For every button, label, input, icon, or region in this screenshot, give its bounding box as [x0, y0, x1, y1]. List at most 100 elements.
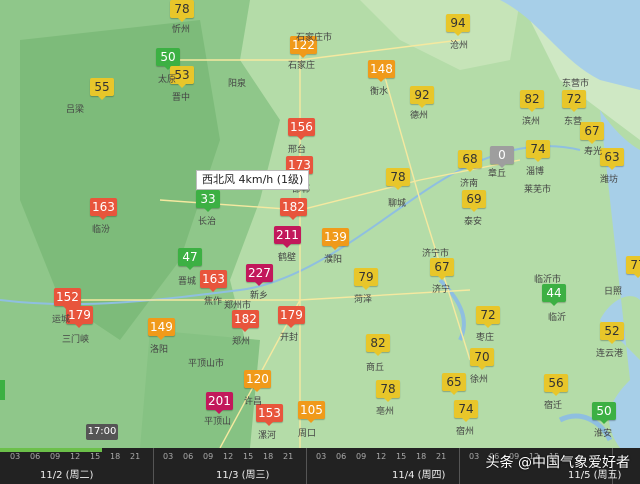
city-label: 洛阳 — [150, 345, 169, 355]
city-label: 徐州 — [470, 375, 489, 385]
timeline-tick: 12 — [376, 452, 387, 461]
timeline-tick: 09 — [203, 452, 214, 461]
timeline-day-label: 11/4 (周四) — [392, 470, 446, 481]
aqi-map[interactable]: 78 50 53 55 122 94 148 92 82 72 67 156 74 0 68 63 173 78 1… — [0, 0, 640, 484]
city-label: 周口 — [298, 429, 317, 439]
aqi-marker[interactable]: 211 — [274, 226, 301, 248]
city-label: 平顶山 — [204, 417, 232, 427]
aqi-marker[interactable]: 79 — [354, 268, 378, 290]
aqi-marker[interactable]: 182 — [280, 198, 307, 220]
city-label: 许昌 — [244, 397, 263, 407]
aqi-marker[interactable]: 82 — [366, 334, 390, 356]
city-label: 泰安 — [464, 217, 483, 227]
timeline-tick: 18 — [263, 452, 274, 461]
aqi-marker[interactable]: 82 — [520, 90, 544, 112]
city-label: 德州 — [410, 111, 429, 121]
timeline-day-label: 11/2 (周二) — [40, 470, 94, 481]
timeline-tick: 06 — [183, 452, 194, 461]
city-label: 潍坊 — [600, 175, 619, 185]
timeline-tick: 09 — [356, 452, 367, 461]
wind-tooltip: 西北风 4km/h (1级) — [196, 170, 310, 190]
aqi-marker[interactable]: 78 — [386, 168, 410, 190]
aqi-marker[interactable]: 72 — [476, 306, 500, 328]
timeline-tick: 12 — [70, 452, 81, 461]
city-label: 晋城 — [178, 277, 197, 287]
aqi-marker[interactable]: 0 — [490, 146, 514, 168]
timeline-progress — [0, 448, 103, 452]
aqi-marker[interactable]: 201 — [206, 392, 233, 414]
aqi-marker[interactable]: 55 — [90, 78, 114, 100]
city-label: 枣庄 — [476, 333, 495, 343]
aqi-marker[interactable]: 156 — [288, 118, 315, 140]
city-label: 晋中 — [172, 93, 191, 103]
timeline-tick: 21 — [283, 452, 294, 461]
timeline-tick: 03 — [469, 452, 480, 461]
aqi-marker[interactable]: 67 — [580, 122, 604, 144]
city-label: 太原 — [158, 75, 177, 85]
aqi-marker[interactable]: 92 — [410, 86, 434, 108]
aqi-marker[interactable]: 139 — [322, 228, 349, 250]
aqi-marker[interactable]: 179 — [278, 306, 305, 328]
city-label: 济宁 — [432, 285, 451, 295]
timeline-tick: 03 — [10, 452, 21, 461]
aqi-marker[interactable]: 47 — [178, 248, 202, 270]
timeline-tick: 09 — [50, 452, 61, 461]
aqi-marker[interactable]: 67 — [430, 258, 454, 280]
aqi-marker[interactable]: 78 — [376, 380, 400, 402]
timeline-tick: 21 — [436, 452, 447, 461]
timeline-tick: 06 — [336, 452, 347, 461]
aqi-marker[interactable]: 163 — [200, 270, 227, 292]
aqi-marker[interactable]: 120 — [244, 370, 271, 392]
aqi-marker[interactable]: 65 — [442, 373, 466, 395]
aqi-marker[interactable]: 33 — [196, 190, 220, 212]
aqi-marker[interactable]: 70 — [470, 348, 494, 370]
aqi-marker[interactable]: 163 — [90, 198, 117, 220]
aqi-marker[interactable]: 78 — [170, 0, 194, 22]
city-label: 沧州 — [450, 41, 469, 51]
offscreen-marker — [0, 380, 5, 400]
aqi-marker[interactable]: 69 — [462, 190, 486, 212]
aqi-marker[interactable]: 50 — [156, 48, 180, 70]
aqi-marker[interactable]: 44 — [542, 284, 566, 306]
city-label: 商丘 — [366, 363, 385, 373]
city-label: 郑州 — [232, 337, 251, 347]
aqi-marker[interactable]: 77 — [626, 256, 640, 278]
city-label: 淄博 — [526, 167, 545, 177]
aqi-marker[interactable]: 105 — [298, 401, 325, 423]
aqi-marker[interactable]: 63 — [600, 148, 624, 170]
city-label: 运城 — [52, 315, 71, 325]
city-label: 日照 — [604, 287, 623, 297]
city-label: 焦作 — [204, 297, 223, 307]
timeline-day-label: 11/3 (周三) — [216, 470, 270, 481]
aqi-marker[interactable]: 152 — [54, 288, 81, 310]
aqi-marker[interactable]: 74 — [454, 400, 478, 422]
city-label: 鹤壁 — [278, 253, 297, 263]
aqi-marker[interactable]: 74 — [526, 140, 550, 162]
city-label: 聊城 — [388, 199, 407, 209]
city-label: 忻州 — [172, 25, 191, 35]
city-label: 东营 — [564, 117, 583, 127]
aqi-marker[interactable]: 94 — [446, 14, 470, 36]
timeline-tick: 15 — [243, 452, 254, 461]
city-label: 章丘 — [488, 169, 507, 179]
city-label: 东营市 — [562, 79, 590, 89]
aqi-marker[interactable]: 68 — [458, 150, 482, 172]
aqi-marker[interactable]: 52 — [600, 322, 624, 344]
aqi-marker[interactable]: 56 — [544, 374, 568, 396]
aqi-marker[interactable]: 149 — [148, 318, 175, 340]
city-label: 临汾 — [92, 225, 111, 235]
timeline-tick: 18 — [416, 452, 427, 461]
aqi-marker[interactable]: 179 — [66, 306, 93, 328]
aqi-marker[interactable]: 50 — [592, 402, 616, 424]
timeline-day-separator — [153, 448, 154, 484]
city-label: 莱芜市 — [524, 185, 552, 195]
city-label: 济宁市 — [422, 249, 450, 259]
city-label: 郑州市 — [224, 301, 252, 311]
aqi-marker[interactable]: 227 — [246, 264, 273, 286]
aqi-marker[interactable]: 148 — [368, 60, 395, 82]
current-time-flag[interactable]: 17:00 — [86, 424, 118, 440]
timeline-day-separator — [306, 448, 307, 484]
watermark: 头条 @中国气象爱好者 — [485, 455, 630, 471]
aqi-marker[interactable]: 182 — [232, 310, 259, 332]
aqi-marker[interactable]: 72 — [562, 90, 586, 112]
